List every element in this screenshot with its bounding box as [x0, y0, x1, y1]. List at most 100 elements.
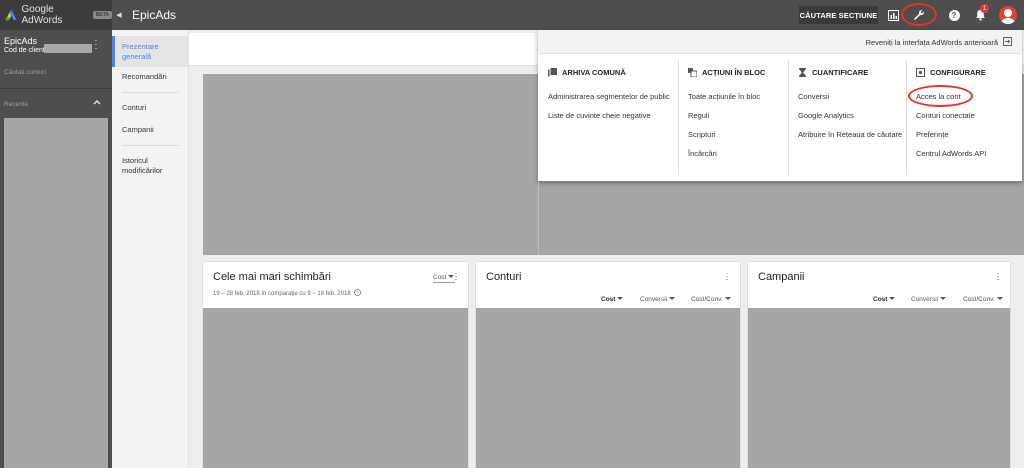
notification-count-badge: 1 [980, 4, 989, 13]
column-header-cost[interactable]: Cost [601, 296, 624, 303]
section-heading-text: CONFIGURARE [930, 68, 986, 77]
account-name: EpicAds [4, 36, 38, 46]
nav-separator [122, 92, 179, 93]
linked-accounts-link[interactable]: Conturi conectate [916, 111, 975, 120]
conversions-link[interactable]: Conversii [798, 92, 829, 101]
chevron-left-icon: ◀ [116, 12, 122, 19]
search-attribution-link[interactable]: Atribuire în Rețeaua de căutare [798, 130, 902, 139]
page-nav: Prezentare generală Recomandări Conturi … [112, 30, 189, 468]
biggest-changes-card: Cele mai mari schimbări 19 – 28 feb. 201… [203, 262, 468, 468]
account-more-menu[interactable]: · · · [94, 36, 98, 53]
column-header-conversions[interactable]: Conversii [640, 296, 676, 303]
search-sections-button[interactable]: CĂUTARE SECȚIUNE [799, 6, 878, 24]
tools-highlight-ring [901, 3, 937, 26]
client-id-redacted [44, 44, 92, 53]
account-access-highlight-ring [908, 85, 973, 107]
date-range-text: 19 – 28 feb. 2018 în comparație cu 9 – 1… [213, 291, 351, 297]
revert-to-previous-ui-link[interactable]: Reveniți la interfața AdWords anterioară [866, 38, 998, 47]
account-title: EpicAds [132, 8, 177, 22]
collapse-panel-button[interactable]: ◀ [112, 0, 126, 30]
dropdown-section-bulk-actions: ACȚIUNI ÎN BLOC Toate acțiunile în bloc … [678, 54, 788, 181]
column-header-cost-per-conversion[interactable]: Cost/Conv. [691, 296, 731, 303]
exit-to-app-icon[interactable] [1003, 37, 1012, 46]
column-header-cost[interactable]: Cost [873, 296, 896, 303]
nav-item-overview[interactable]: Prezentare generală [122, 42, 186, 62]
preferences-link[interactable]: Preferințe [916, 130, 949, 139]
chevron-up-icon[interactable] [92, 97, 102, 107]
brand-name: Google AdWords [21, 4, 63, 26]
caret-down-icon [724, 297, 731, 300]
section-heading: ARHIVA COMUNĂ [548, 68, 626, 77]
dropdown-section-measurement: CUANTIFICARE Conversii Google Analytics … [788, 54, 906, 181]
changes-card-body [203, 308, 468, 468]
bar-chart-icon [887, 9, 899, 21]
section-heading-text: CUANTIFICARE [812, 68, 869, 77]
column-label: Cost [873, 296, 888, 303]
column-label: Conversii [640, 296, 668, 303]
avatar-body-icon [1001, 18, 1015, 24]
metric-select-value: Cost [433, 274, 447, 281]
nav-item-recommendations[interactable]: Recomandări [122, 72, 186, 82]
audience-manager-link[interactable]: Administrarea segmentelor de public [548, 92, 670, 101]
nav-item-change-history[interactable]: Istoricul modificărilor [122, 156, 186, 176]
card-title: Conturi [486, 271, 522, 283]
help-icon: ? [948, 9, 960, 21]
dropdown-section-shared-library: ARHIVA COMUNĂ Administrarea segmentelor … [538, 54, 672, 181]
uploads-link[interactable]: Încărcări [688, 149, 717, 158]
rules-link[interactable]: Reguli [688, 111, 709, 120]
all-bulk-actions-link[interactable]: Toate acțiunile în bloc [688, 92, 760, 101]
column-label: Conversii [911, 296, 939, 303]
section-heading: ACȚIUNI ÎN BLOC [688, 68, 765, 77]
nav-item-accounts[interactable]: Conturi [122, 103, 186, 113]
section-heading: CUANTIFICARE [798, 68, 868, 77]
copy-icon [688, 68, 697, 77]
scripts-link[interactable]: Scripturi [688, 130, 716, 139]
column-label: Cost/Conv. [691, 296, 723, 303]
campaigns-card-body [748, 308, 1010, 468]
svg-text:?: ? [357, 290, 360, 295]
negative-keyword-lists-link[interactable]: Liste de cuvinte cheie negative [548, 111, 651, 120]
beta-badge: BETA [92, 11, 112, 19]
recent-label: Recente [4, 101, 29, 108]
avatar-head-icon [1004, 9, 1012, 17]
notifications-button[interactable]: 1 [972, 4, 989, 23]
column-label: Cost/Conv. [963, 296, 995, 303]
column-label: Cost [601, 296, 616, 303]
card-title: Campanii [758, 271, 805, 283]
user-avatar[interactable] [999, 6, 1017, 24]
caret-down-icon [889, 297, 896, 300]
card-date-range: 19 – 28 feb. 2018 în comparație cu 9 – 1… [213, 289, 362, 297]
column-header-cost-per-conversion[interactable]: Cost/Conv. [963, 296, 1003, 303]
card-more-menu[interactable]: · · · [725, 269, 729, 284]
campaigns-card: Campanii · · · Cost Conversii Cost/Conv. [748, 262, 1010, 468]
card-more-menu[interactable]: · · · [454, 269, 458, 284]
library-icon [548, 68, 557, 77]
panel-divider [0, 88, 112, 89]
card-more-menu[interactable]: · · · [996, 269, 1000, 284]
adwords-logo-icon [5, 9, 17, 21]
help-button[interactable]: ? [946, 7, 962, 23]
search-accounts-input[interactable]: Căutați conturi [4, 69, 46, 76]
nav-active-indicator [112, 36, 115, 67]
client-id-label: Cod de client: [4, 47, 47, 54]
help-circle-icon[interactable]: ? [354, 289, 362, 296]
caret-down-icon [940, 297, 947, 300]
accounts-card-body [476, 308, 740, 468]
account-panel: EpicAds Cod de client: · · · Căutați contu… [0, 30, 112, 468]
caret-down-icon [669, 297, 676, 300]
card-title: Cele mai mari schimbări [213, 271, 331, 283]
reports-button[interactable] [885, 7, 901, 23]
brand[interactable]: Google AdWords BETA [0, 0, 112, 30]
caret-down-icon [996, 297, 1003, 300]
caret-down-icon [617, 297, 624, 300]
settings-box-icon [916, 68, 925, 77]
metric-select[interactable]: Cost [433, 274, 455, 283]
nav-item-campaigns[interactable]: Campanii [122, 125, 186, 135]
column-header-conversions[interactable]: Conversii [911, 296, 947, 303]
adwords-api-center-link[interactable]: Centrul AdWords API [916, 149, 986, 158]
accounts-card: Conturi · · · Cost Conversii Cost/Conv. [476, 262, 740, 468]
top-bar: Google AdWords BETA ◀ EpicAds CĂUTARE SE… [0, 0, 1024, 30]
performance-chart-area [203, 74, 538, 255]
nav-separator [122, 145, 179, 146]
google-analytics-link[interactable]: Google Analytics [798, 111, 854, 120]
